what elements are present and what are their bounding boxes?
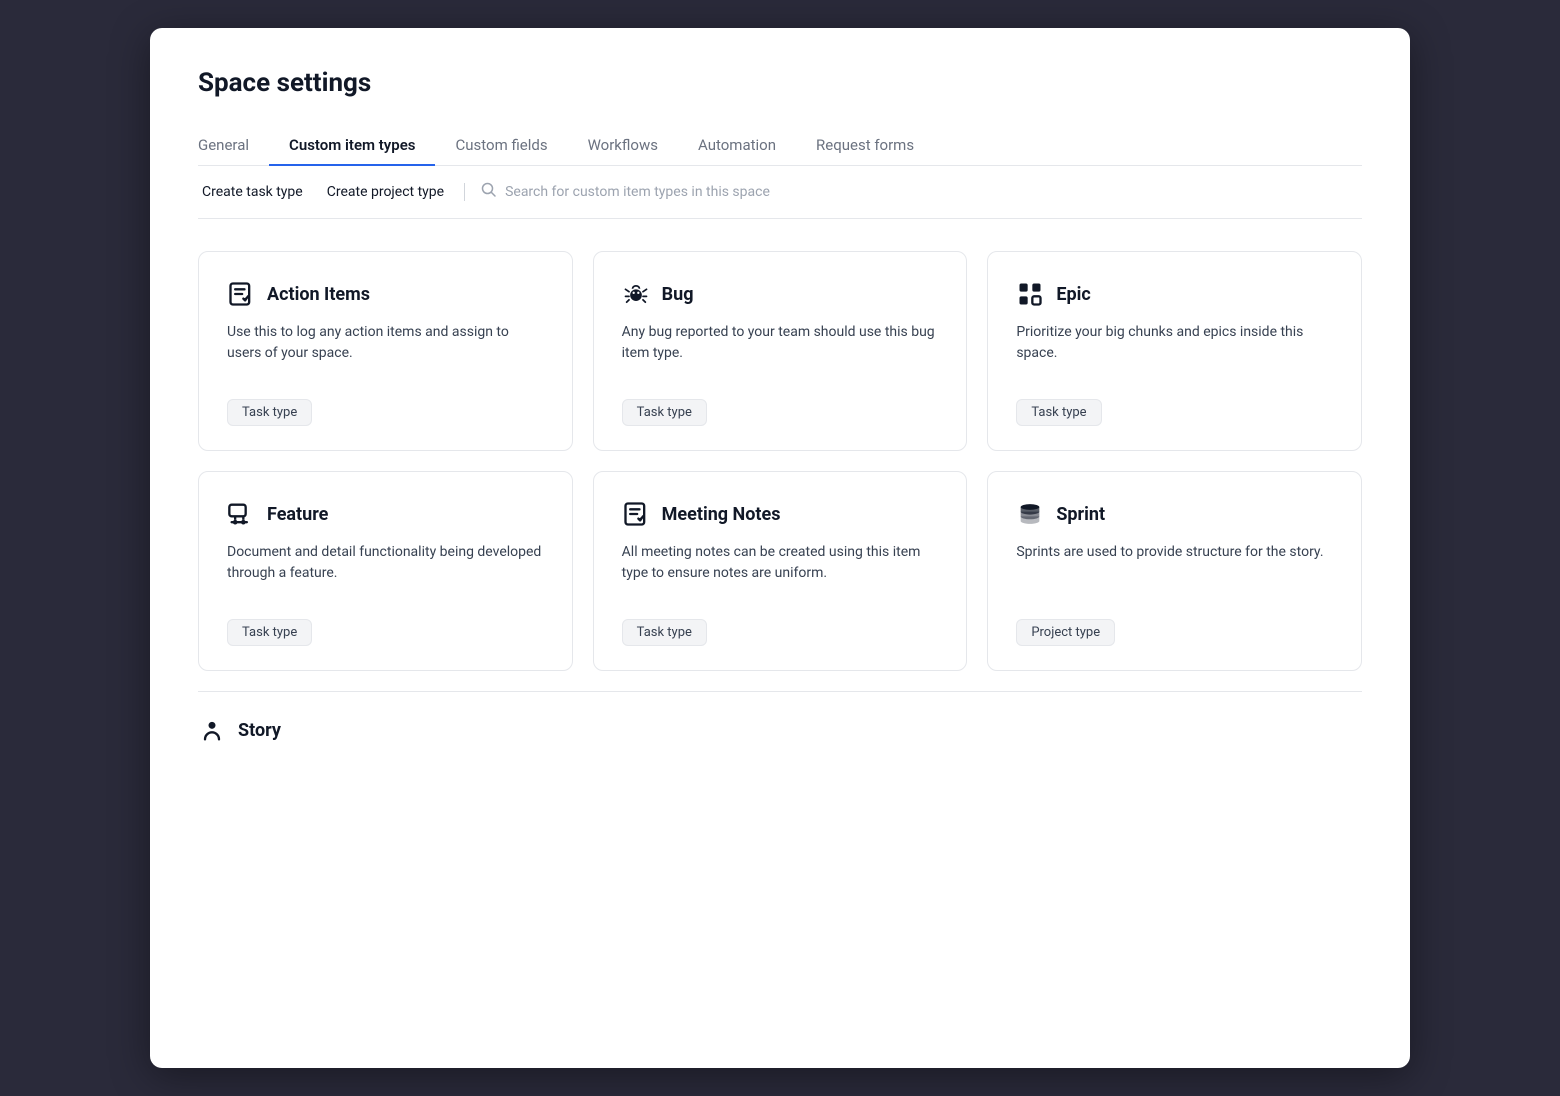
story-row[interactable]: Story xyxy=(198,691,1362,744)
cards-grid: Action Items Use this to log any action … xyxy=(198,251,1362,671)
card-bug-title: Bug xyxy=(662,284,694,305)
create-project-type-button[interactable]: Create project type xyxy=(323,182,448,202)
search-area[interactable]: Search for custom item types in this spa… xyxy=(481,182,770,202)
card-epic-title: Epic xyxy=(1056,284,1090,305)
card-bug-header: Bug xyxy=(622,280,939,308)
tab-custom-item-types[interactable]: Custom item types xyxy=(269,126,435,166)
card-meeting-notes-header: Meeting Notes xyxy=(622,500,939,528)
card-bug[interactable]: Bug Any bug reported to your team should… xyxy=(593,251,968,451)
card-meeting-notes[interactable]: Meeting Notes All meeting notes can be c… xyxy=(593,471,968,671)
card-epic[interactable]: Epic Prioritize your big chunks and epic… xyxy=(987,251,1362,451)
card-action-items-desc: Use this to log any action items and ass… xyxy=(227,322,544,381)
search-icon xyxy=(481,182,497,202)
card-sprint-desc: Sprints are used to provide structure fo… xyxy=(1016,542,1333,601)
feature-icon xyxy=(227,500,255,528)
meeting-notes-icon xyxy=(622,500,650,528)
card-action-items-title: Action Items xyxy=(267,284,370,305)
card-action-items[interactable]: Action Items Use this to log any action … xyxy=(198,251,573,451)
action-items-icon xyxy=(227,280,255,308)
search-placeholder[interactable]: Search for custom item types in this spa… xyxy=(505,184,770,200)
toolbar-divider xyxy=(464,183,465,201)
card-bug-desc: Any bug reported to your team should use… xyxy=(622,322,939,381)
story-title: Story xyxy=(238,720,281,741)
window: Space settings General Custom item types… xyxy=(150,28,1410,1068)
card-action-items-header: Action Items xyxy=(227,280,544,308)
card-feature-title: Feature xyxy=(267,504,328,525)
card-sprint-header: Sprint xyxy=(1016,500,1333,528)
story-icon xyxy=(198,716,226,744)
card-action-items-badge: Task type xyxy=(227,399,312,426)
tab-request-forms[interactable]: Request forms xyxy=(796,126,934,166)
card-epic-header: Epic xyxy=(1016,280,1333,308)
epic-icon xyxy=(1016,280,1044,308)
sprint-icon xyxy=(1016,500,1044,528)
card-sprint[interactable]: Sprint Sprints are used to provide struc… xyxy=(987,471,1362,671)
page-title: Space settings xyxy=(198,68,1362,98)
tab-workflows[interactable]: Workflows xyxy=(568,126,678,166)
create-task-type-button[interactable]: Create task type xyxy=(198,182,307,202)
card-sprint-title: Sprint xyxy=(1056,504,1105,525)
card-meeting-notes-title: Meeting Notes xyxy=(662,504,781,525)
card-epic-badge: Task type xyxy=(1016,399,1101,426)
tab-nav: General Custom item types Custom fields … xyxy=(198,126,1362,166)
card-feature-header: Feature xyxy=(227,500,544,528)
card-sprint-badge: Project type xyxy=(1016,619,1115,646)
bug-icon xyxy=(622,280,650,308)
toolbar: Create task type Create project type Sea… xyxy=(198,166,1362,219)
tab-general[interactable]: General xyxy=(198,126,269,166)
card-epic-desc: Prioritize your big chunks and epics ins… xyxy=(1016,322,1333,381)
card-feature-badge: Task type xyxy=(227,619,312,646)
card-meeting-notes-desc: All meeting notes can be created using t… xyxy=(622,542,939,601)
tab-custom-fields[interactable]: Custom fields xyxy=(435,126,567,166)
card-feature[interactable]: Feature Document and detail functionalit… xyxy=(198,471,573,671)
card-bug-badge: Task type xyxy=(622,399,707,426)
card-feature-desc: Document and detail functionality being … xyxy=(227,542,544,601)
card-meeting-notes-badge: Task type xyxy=(622,619,707,646)
tab-automation[interactable]: Automation xyxy=(678,126,796,166)
